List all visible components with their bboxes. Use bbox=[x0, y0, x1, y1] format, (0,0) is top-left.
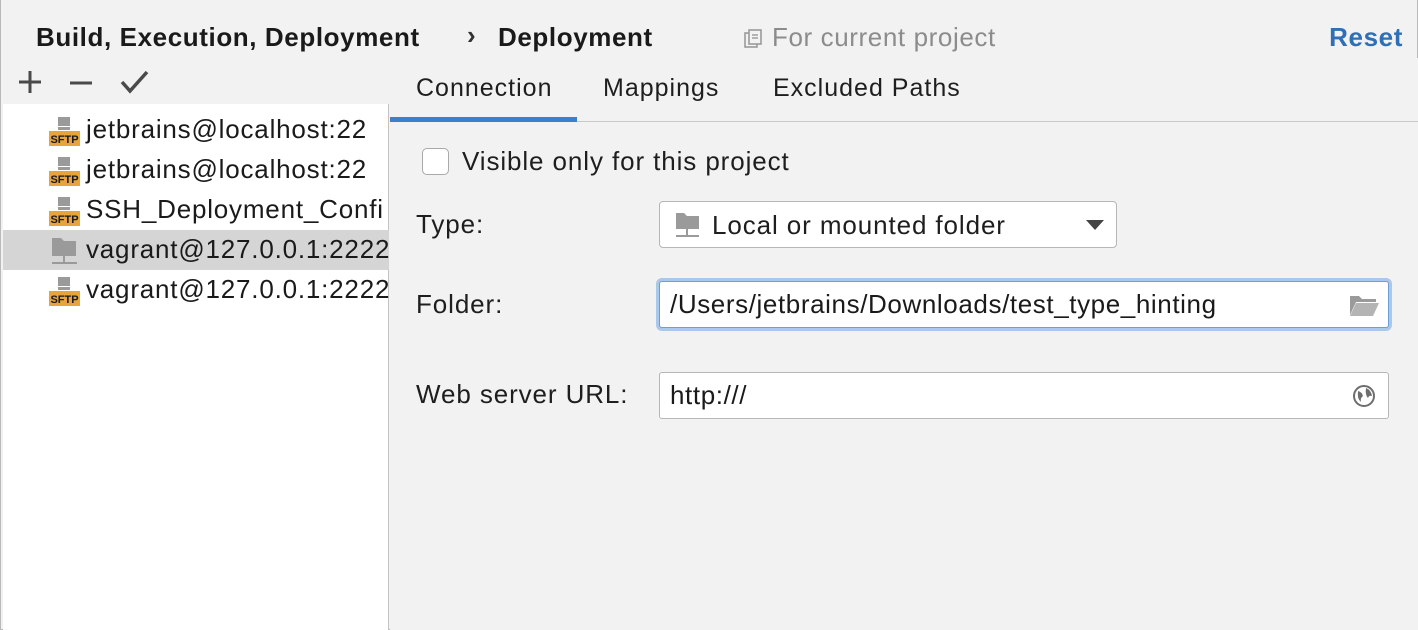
server-list: SFTP jetbrains@localhost:22 SFTP jetbrai… bbox=[3, 110, 389, 310]
type-dropdown[interactable]: Local or mounted folder bbox=[659, 201, 1117, 248]
settings-header: Build, Execution, Deployment › Deploymen… bbox=[1, 0, 1418, 60]
tab-mappings[interactable]: Mappings bbox=[603, 74, 719, 103]
set-default-button[interactable] bbox=[118, 66, 150, 98]
tab-connection[interactable]: Connection bbox=[416, 74, 552, 103]
sftp-icon: SFTP bbox=[49, 196, 81, 226]
folder-open-icon bbox=[1348, 291, 1380, 319]
project-scope-icon bbox=[744, 27, 764, 49]
folder-field[interactable] bbox=[659, 281, 1389, 328]
tab-excluded-paths[interactable]: Excluded Paths bbox=[773, 74, 961, 103]
web-server-url-label: Web server URL: bbox=[416, 379, 628, 410]
server-item[interactable]: SFTP jetbrains@localhost:22 bbox=[3, 110, 389, 150]
scope-indicator: For current project bbox=[744, 22, 996, 53]
sftp-icon: SFTP bbox=[49, 276, 81, 306]
svg-text:SFTP: SFTP bbox=[50, 294, 78, 306]
add-server-button[interactable] bbox=[14, 66, 46, 98]
sftp-icon: SFTP bbox=[49, 116, 81, 146]
remove-server-button[interactable] bbox=[65, 66, 97, 98]
server-label: jetbrains@localhost:22 bbox=[86, 154, 367, 185]
server-details-panel: Connection Mappings Excluded Paths Visib… bbox=[390, 58, 1418, 630]
web-server-url-input[interactable] bbox=[670, 378, 1330, 412]
open-in-browser-button[interactable] bbox=[1348, 382, 1380, 410]
type-label: Type: bbox=[416, 209, 484, 240]
scope-label: For current project bbox=[772, 22, 996, 53]
plus-icon bbox=[14, 66, 46, 98]
server-label: vagrant@127.0.0.1:2222 bbox=[86, 234, 389, 265]
svg-text:SFTP: SFTP bbox=[50, 174, 78, 186]
chevron-down-icon bbox=[1086, 220, 1104, 230]
server-item-selected[interactable]: vagrant@127.0.0.1:2222 bbox=[3, 230, 389, 270]
server-list-panel: SFTP jetbrains@localhost:22 SFTP jetbrai… bbox=[3, 58, 389, 630]
page-title: Deployment bbox=[498, 22, 653, 53]
browse-folder-button[interactable] bbox=[1348, 291, 1380, 319]
folder-input[interactable] bbox=[670, 287, 1330, 321]
check-icon bbox=[118, 66, 150, 98]
svg-text:SFTP: SFTP bbox=[50, 214, 78, 226]
server-item[interactable]: SFTP SSH_Deployment_Confi bbox=[3, 190, 389, 230]
breadcrumb-parent: Build, Execution, Deployment bbox=[36, 22, 420, 53]
server-label: jetbrains@localhost:22 bbox=[86, 114, 367, 145]
tab-bar: Connection Mappings Excluded Paths bbox=[390, 58, 1418, 122]
server-label: vagrant@127.0.0.1:2222 bbox=[86, 274, 389, 305]
type-value: Local or mounted folder bbox=[712, 210, 1006, 241]
svg-text:SFTP: SFTP bbox=[50, 134, 78, 146]
server-label: SSH_Deployment_Confi bbox=[86, 194, 384, 225]
local-folder-icon bbox=[674, 211, 702, 239]
reset-link[interactable]: Reset bbox=[1329, 22, 1403, 53]
folder-label: Folder: bbox=[416, 289, 503, 320]
active-tab-indicator bbox=[390, 117, 577, 122]
server-item[interactable]: SFTP jetbrains@localhost:22 bbox=[3, 150, 389, 190]
sftp-icon: SFTP bbox=[49, 156, 81, 186]
deployment-settings-panel: Build, Execution, Deployment › Deploymen… bbox=[0, 0, 1418, 630]
visible-only-option[interactable]: Visible only for this project bbox=[422, 146, 790, 177]
server-toolbar bbox=[3, 58, 389, 104]
visible-only-label: Visible only for this project bbox=[462, 146, 790, 177]
local-folder-icon bbox=[49, 236, 81, 266]
visible-only-checkbox[interactable] bbox=[422, 148, 449, 175]
globe-icon bbox=[1348, 382, 1380, 410]
breadcrumb-separator: › bbox=[467, 20, 476, 51]
server-item[interactable]: SFTP vagrant@127.0.0.1:2222 bbox=[3, 270, 389, 310]
minus-icon bbox=[65, 66, 97, 98]
web-server-url-field[interactable] bbox=[659, 372, 1389, 419]
